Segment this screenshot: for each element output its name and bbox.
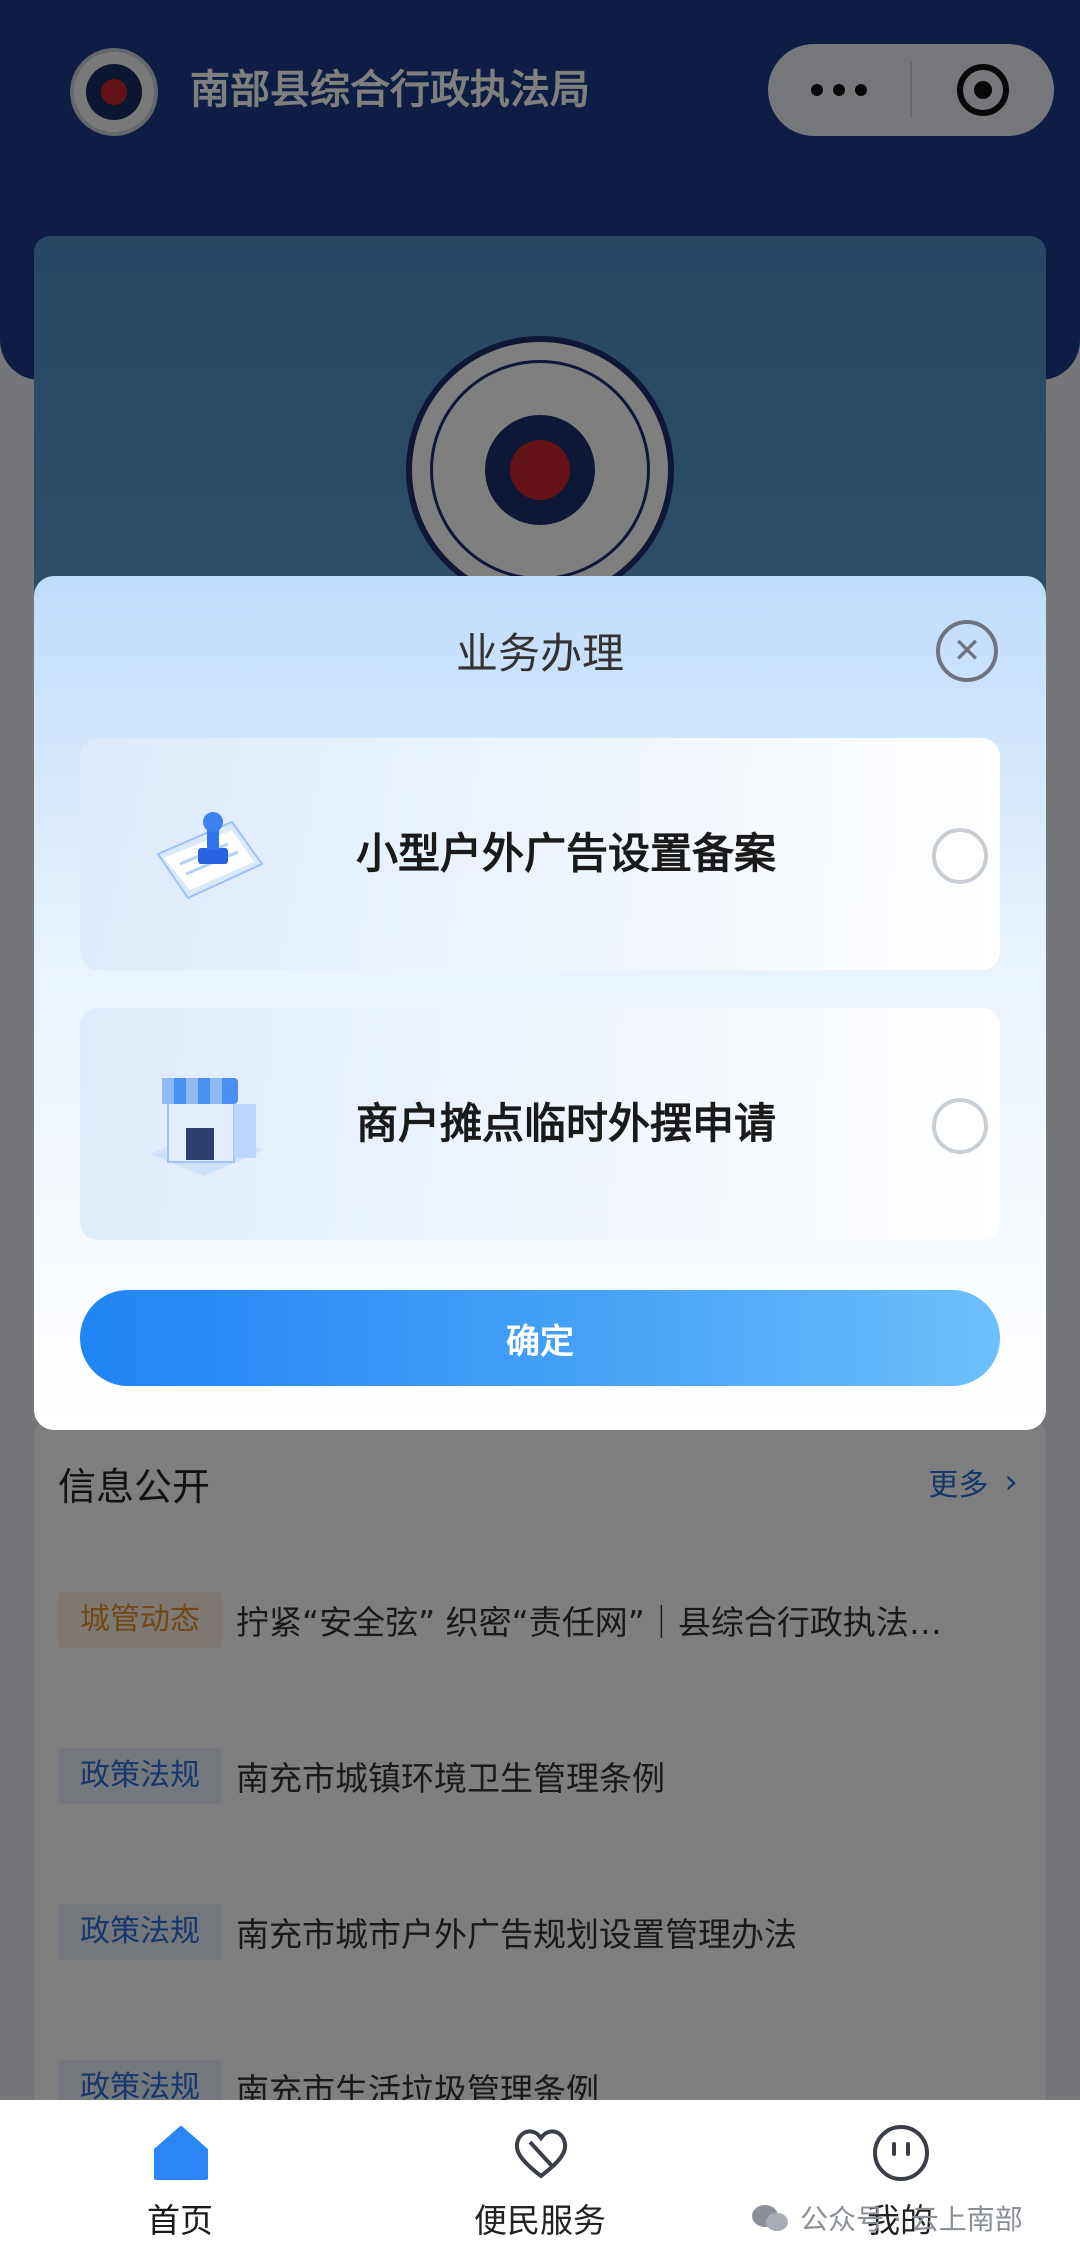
heart-icon: [514, 2129, 568, 2179]
wechat-watermark: 公众号 · 云上南部: [750, 2198, 1023, 2238]
bottom-tab-bar: 首页 便民服务 我的: [0, 2100, 1080, 2264]
storefront-icon: [150, 1078, 264, 1176]
business-modal: 业务办理 ✕ 小型户外广告设置备案 商户摊点临时外摆申请 确定: [34, 576, 1046, 1430]
option-outdoor-ad-filing[interactable]: 小型户外广告设置备案: [80, 738, 1000, 970]
watermark-text: 公众号 · 云上南部: [800, 2203, 1023, 2236]
option-radio[interactable]: [932, 828, 988, 884]
wechat-icon: [752, 2205, 788, 2231]
close-icon[interactable]: ✕: [936, 620, 998, 682]
tab-mine[interactable]: 我的: [720, 2100, 1080, 2264]
tab-home[interactable]: 首页: [0, 2100, 360, 2264]
smiley-icon: [873, 2125, 929, 2181]
option-label: 小型户外广告设置备案: [356, 829, 777, 878]
confirm-button[interactable]: 确定: [80, 1290, 1000, 1386]
stamp-document-icon: [156, 812, 264, 900]
tab-services[interactable]: 便民服务: [360, 2100, 720, 2264]
option-label: 商户摊点临时外摆申请: [356, 1099, 777, 1148]
option-radio[interactable]: [932, 1098, 988, 1154]
home-icon: [154, 2126, 208, 2180]
modal-title: 业务办理: [455, 629, 624, 678]
tab-label: 便民服务: [474, 2201, 606, 2240]
tab-label: 首页: [147, 2201, 213, 2240]
option-vendor-stall-application[interactable]: 商户摊点临时外摆申请: [80, 1008, 1000, 1240]
